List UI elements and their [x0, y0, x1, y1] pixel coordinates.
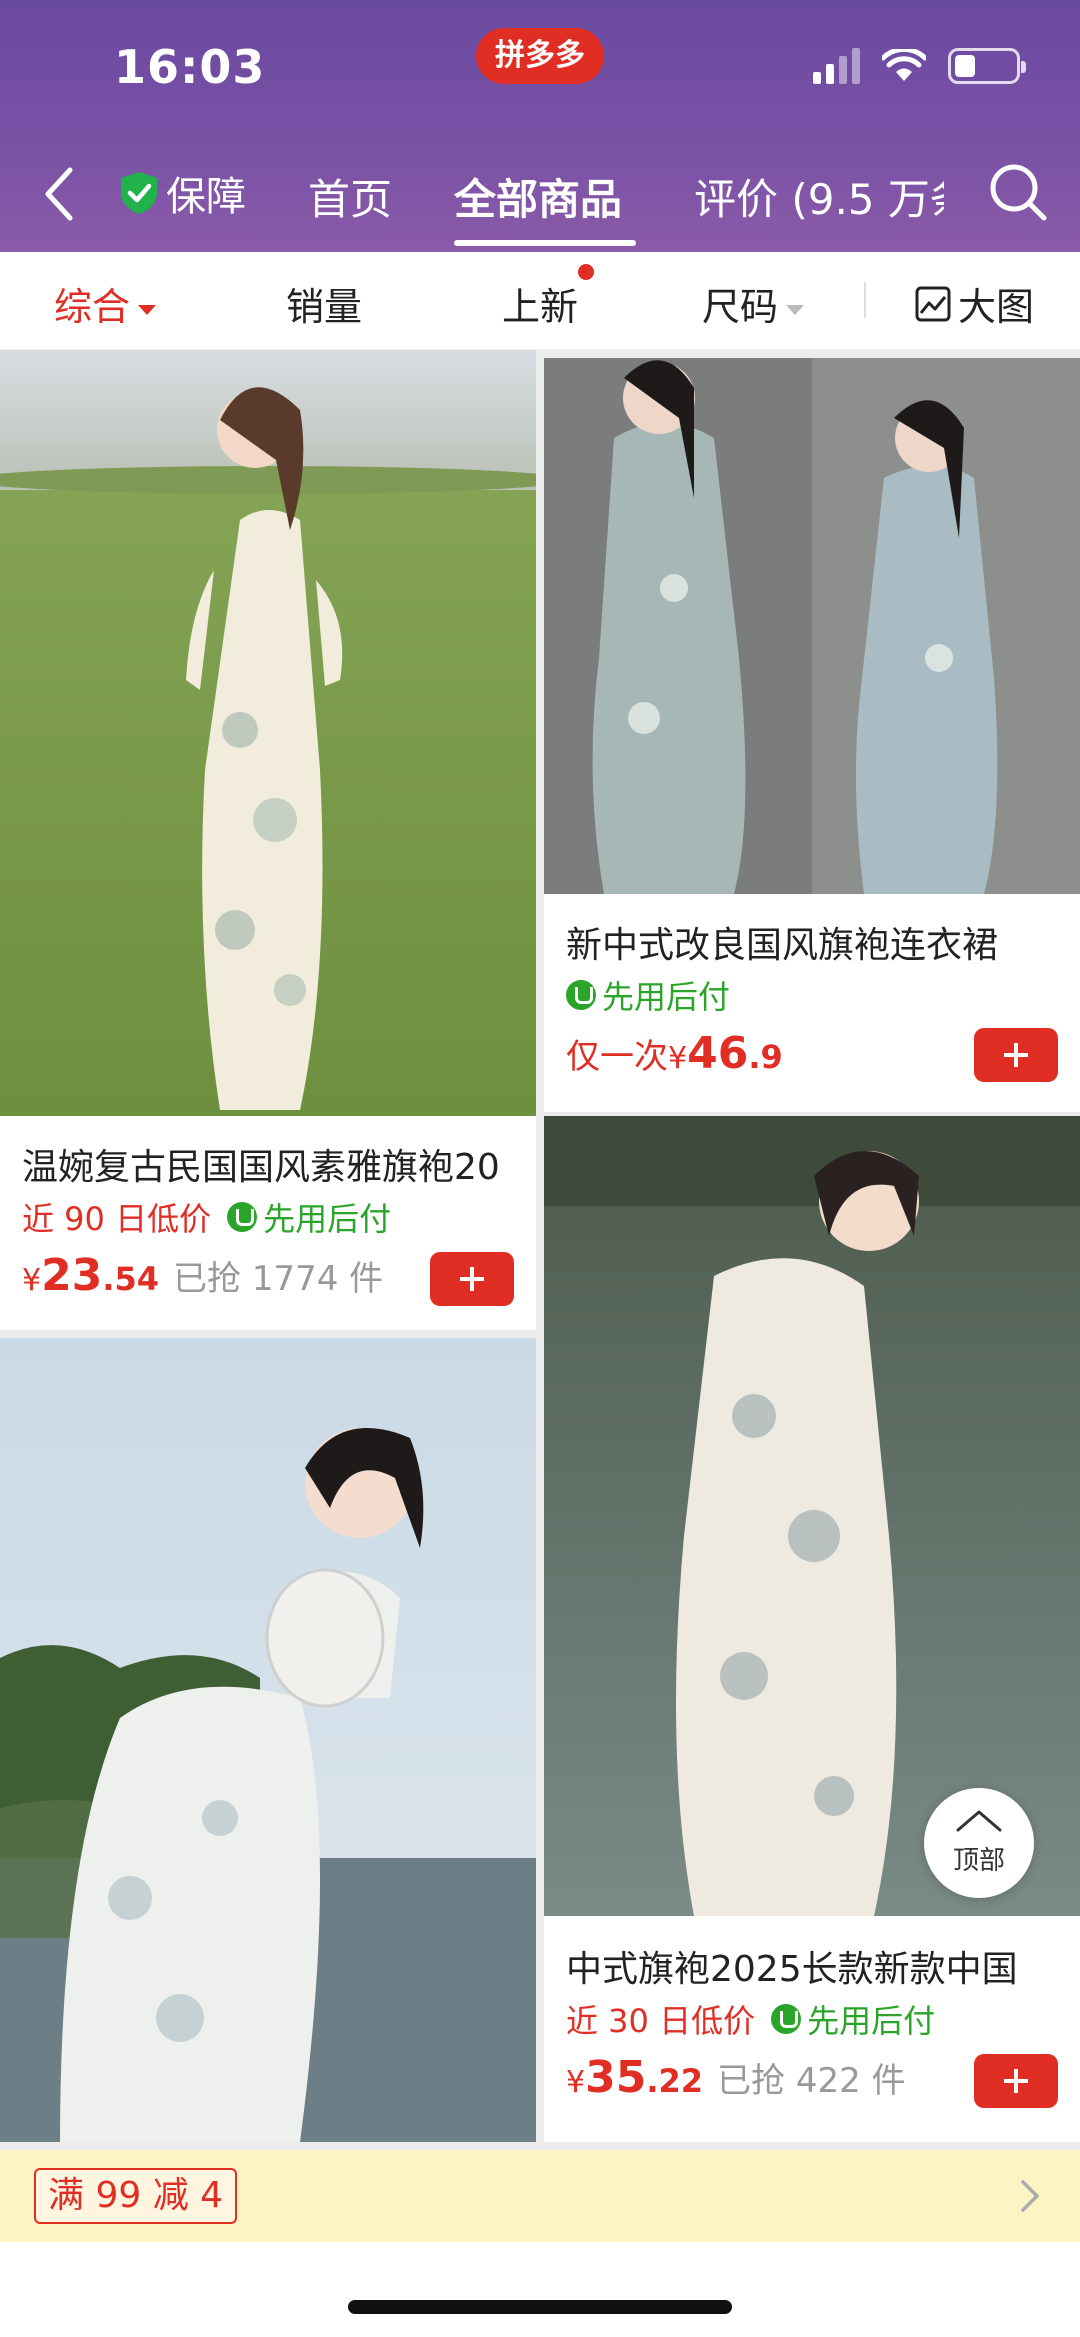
currency-symbol: ¥ — [668, 1041, 688, 1076]
filter-divider — [864, 282, 866, 318]
new-indicator-dot — [578, 264, 594, 280]
pay-later-label: 先用后付 — [807, 2002, 936, 2040]
pay-later-label: 先用后付 — [602, 978, 731, 1016]
product-image[interactable] — [0, 350, 536, 1116]
add-to-cart-button[interactable] — [430, 1252, 514, 1306]
caret-down-icon — [786, 304, 805, 315]
tab-reviews[interactable]: 评价 (9.5 万条 — [694, 166, 944, 227]
product-price: ¥ 23 .54 已抢 1774 件 — [22, 1250, 383, 1301]
product-price: 仅一次 ¥ 46 .9 — [566, 1028, 783, 1079]
product-title[interactable]: 中式旗袍2025长款新款中国 — [566, 1940, 1058, 1992]
add-to-cart-button[interactable] — [974, 1028, 1058, 1082]
image-view-icon — [915, 286, 951, 321]
product-card[interactable]: 新中式改良国风旗袍连衣裙 先用后付 仅一次 ¥ 46 .9 — [544, 358, 1080, 1112]
filter-comprehensive[interactable]: 综合 — [54, 276, 157, 331]
pay-later-label: 先用后付 — [263, 1200, 392, 1238]
product-title[interactable]: 温婉复古民国国风素雅旗袍20 — [22, 1138, 514, 1190]
filter-new[interactable]: 上新 — [502, 276, 578, 331]
guarantee-tab[interactable]: 保障 — [118, 164, 246, 222]
filter-size-label: 尺码 — [702, 285, 779, 329]
tab-home[interactable]: 首页 — [308, 166, 392, 227]
discount-badge: 满 99 减 4 — [34, 2168, 238, 2224]
tab-nav: 保障 首页 全部商品 评价 (9.5 万条 — [0, 150, 1080, 250]
search-icon[interactable] — [986, 160, 1050, 224]
price-prefix: 仅一次 — [566, 1037, 668, 1077]
low-price-tag: 近 30 日低价 — [566, 2002, 756, 2040]
pay-later-icon — [771, 2004, 802, 2034]
sold-count: 已抢 422 件 — [717, 2061, 906, 2101]
price-integer: 23 — [41, 1250, 103, 1301]
wifi-icon — [882, 49, 926, 81]
price-decimal: .22 — [646, 2062, 704, 2100]
active-tab-indicator — [454, 240, 636, 246]
filter-size[interactable]: 尺码 — [702, 276, 805, 331]
cellular-signal-icon — [813, 48, 860, 84]
caret-down-icon — [138, 304, 157, 315]
app-pill: 拼多多 — [476, 28, 604, 84]
home-indicator[interactable] — [348, 2300, 732, 2314]
add-to-cart-button[interactable] — [974, 2054, 1058, 2108]
pay-later-tag: 先用后付 — [771, 1996, 935, 2042]
currency-symbol: ¥ — [566, 2065, 586, 2100]
price-decimal: .54 — [102, 1260, 160, 1298]
back-to-top-button[interactable]: 顶部 — [924, 1788, 1034, 1898]
back-arrow-icon[interactable] — [40, 164, 80, 224]
product-card[interactable]: 中式旗袍2025长款新款中国 近 30 日低价 先用后付 ¥ 35 .22 已抢… — [544, 1116, 1080, 2142]
low-price-tag: 近 90 日低价 — [22, 1200, 212, 1238]
sold-count: 已抢 1774 件 — [173, 1259, 384, 1299]
back-to-top-label: 顶部 — [952, 1846, 1005, 1876]
header-bar: 16:03 拼多多 保障 首页 全部商品 评价 (9.5 万条 — [0, 0, 1080, 252]
product-card[interactable]: 温婉复古民国国风素雅旗袍20 近 90 日低价 先用后付 ¥ 23 .54 已抢… — [0, 350, 536, 1330]
product-title[interactable]: 新中式改良国风旗袍连衣裙 — [566, 916, 1058, 968]
tab-all-products[interactable]: 全部商品 — [454, 166, 622, 227]
price-decimal: .9 — [748, 1038, 783, 1076]
pay-later-icon — [227, 1202, 258, 1232]
status-time: 16:03 — [114, 40, 266, 94]
promo-bar[interactable]: 满 99 减 4 — [0, 2150, 1080, 2242]
filter-sales[interactable]: 销量 — [286, 276, 362, 331]
pay-later-icon — [566, 980, 596, 1010]
arrow-up-icon — [956, 1810, 1002, 1832]
filter-bar: 综合 销量 上新 尺码 大图 — [0, 252, 1080, 350]
shield-check-icon — [121, 172, 157, 214]
product-tags: 近 90 日低价 先用后付 — [22, 1194, 391, 1240]
chevron-right-icon — [1021, 2180, 1039, 2212]
currency-symbol: ¥ — [22, 1263, 42, 1298]
product-card[interactable] — [0, 1338, 536, 2142]
guarantee-label: 保障 — [166, 174, 246, 220]
product-image[interactable] — [544, 358, 1080, 894]
price-integer: 35 — [585, 2052, 647, 2103]
bottom-safe-area — [0, 2242, 1080, 2337]
pay-later-tag: 先用后付 — [227, 1194, 391, 1240]
product-price: ¥ 35 .22 已抢 422 件 — [566, 2052, 906, 2103]
big-view-label: 大图 — [958, 285, 1035, 329]
product-tags: 近 30 日低价 先用后付 — [566, 1996, 935, 2042]
battery-icon — [948, 48, 1026, 84]
product-tags: 先用后付 — [566, 972, 730, 1018]
product-image[interactable] — [0, 1338, 536, 2142]
price-integer: 46 — [687, 1028, 749, 1079]
pay-later-tag: 先用后付 — [566, 972, 730, 1018]
filter-comprehensive-label: 综合 — [54, 285, 131, 329]
big-view-toggle[interactable]: 大图 — [914, 276, 1034, 331]
status-icons — [813, 48, 1026, 84]
